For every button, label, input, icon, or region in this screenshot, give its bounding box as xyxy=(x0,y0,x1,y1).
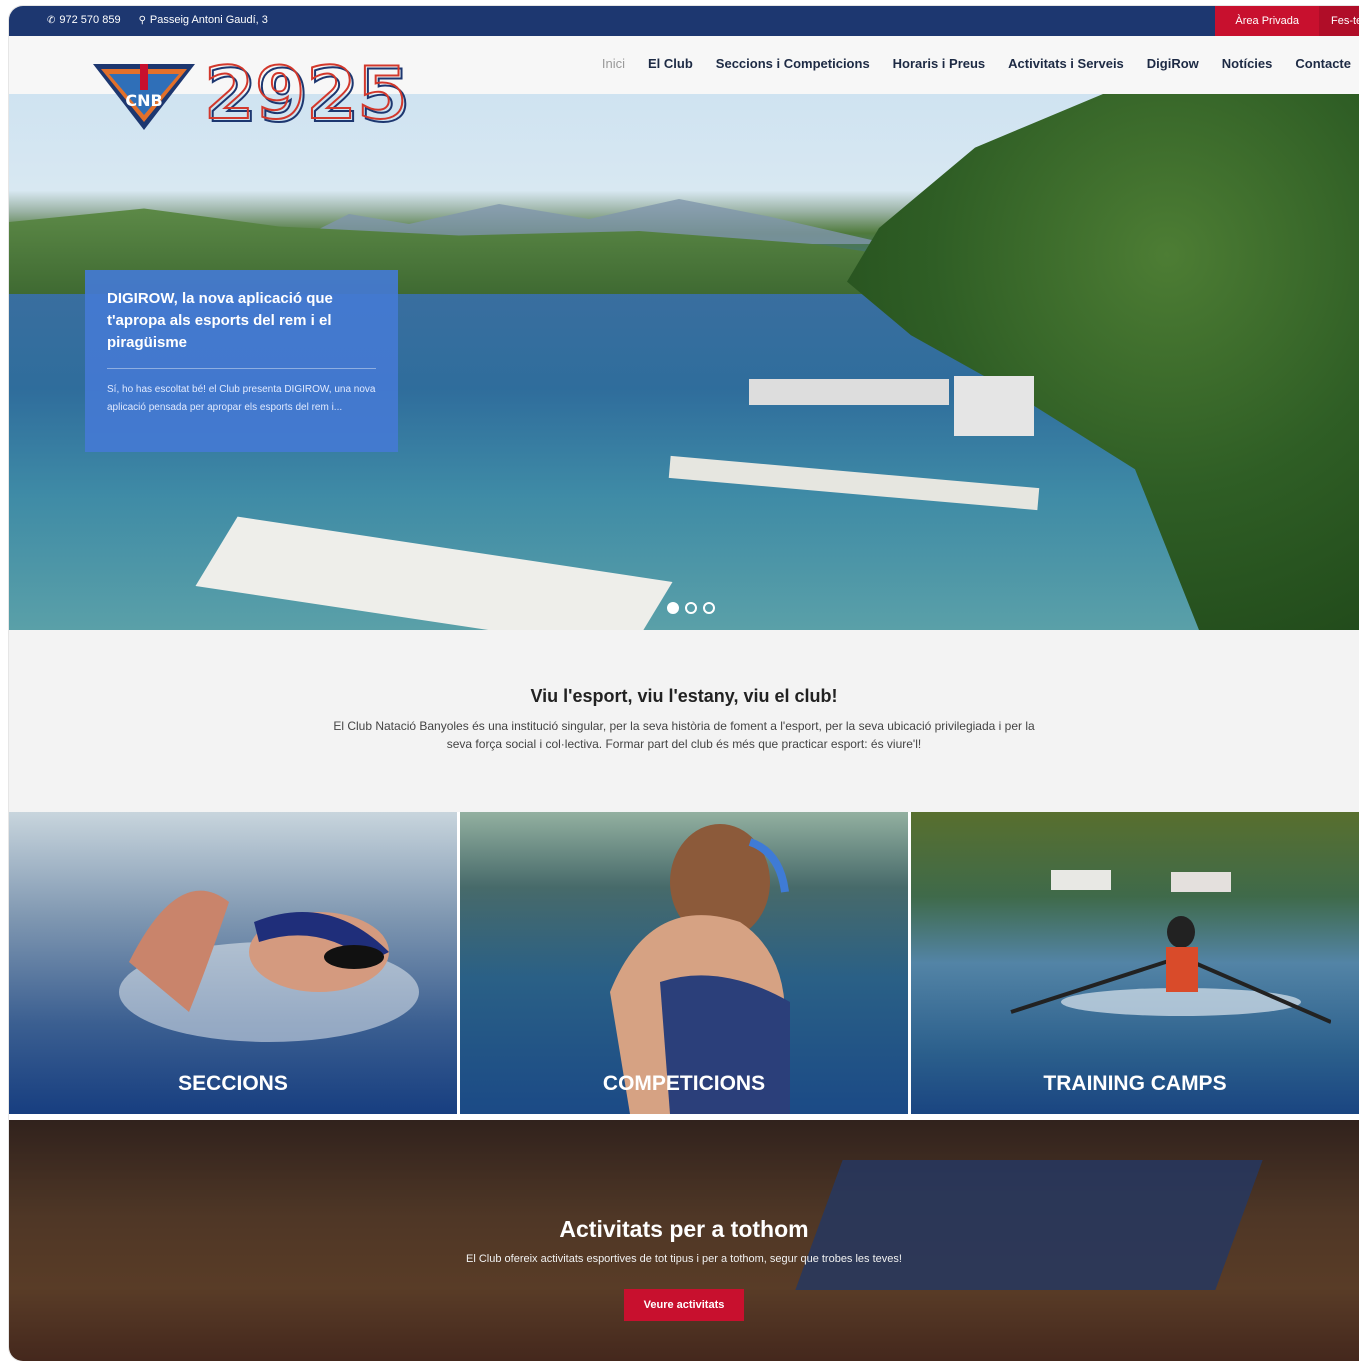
view-activities-button[interactable]: Veure activitats xyxy=(623,1289,745,1321)
slider-dot-2[interactable] xyxy=(685,602,697,614)
main-nav: Inici El Club Seccions i Competicions Ho… xyxy=(602,56,1351,71)
nav-item-noticies[interactable]: Notícies xyxy=(1222,56,1273,71)
hero-news-card[interactable]: DIGIROW, la nova aplicació que t'apropa … xyxy=(85,270,398,452)
tile-label: COMPETICIONS xyxy=(602,1072,766,1095)
hero-title[interactable]: DIGIROW, la nova aplicació que t'apropa … xyxy=(107,288,376,354)
tile-label: SECCIONS xyxy=(178,1072,288,1095)
tile-training-camps[interactable]: TRAINING CAMPS xyxy=(911,812,1359,1114)
activities-heading: Activitats per a tothom xyxy=(559,1216,809,1242)
intro-section: Viu l'esport, viu l'estany, viu el club!… xyxy=(9,630,1359,812)
tile-label: TRAINING CAMPS xyxy=(1043,1072,1227,1095)
top-bar: ✆ 972 570 859 ⚲ Passeig Antoni Gaudí, 3 Àr… xyxy=(9,6,1359,36)
nav-item-horaris[interactable]: Horaris i Preus xyxy=(893,56,986,71)
hero-excerpt: Sí, ho has escoltat bé! el Club presenta… xyxy=(107,384,376,413)
tile-seccions[interactable]: SECCIONS xyxy=(9,812,457,1114)
tile-competicions[interactable]: COMPETICIONS xyxy=(460,812,908,1114)
divider xyxy=(107,368,376,369)
shield-logo-icon: CNB xyxy=(93,64,195,130)
nav-item-seccions[interactable]: Seccions i Competicions xyxy=(716,56,870,71)
nav-item-inici[interactable]: Inici xyxy=(602,56,625,71)
nav-item-el-club[interactable]: El Club xyxy=(648,56,693,71)
phone-link[interactable]: ✆ 972 570 859 xyxy=(47,14,121,26)
category-tiles: SECCIONS COMPETICIONS TRAINING CAMPS xyxy=(9,812,1359,1114)
phone-icon: ✆ xyxy=(47,14,56,26)
address-link[interactable]: ⚲ Passeig Antoni Gaudí, 3 xyxy=(139,14,268,26)
svg-text:CNB: CNB xyxy=(125,91,162,110)
rowers-image xyxy=(1010,870,1331,1024)
private-area-button[interactable]: Àrea Privada xyxy=(1215,6,1319,36)
hero-boathouse xyxy=(954,376,1034,436)
slider-dot-1[interactable] xyxy=(667,602,679,614)
slider-dots xyxy=(667,602,715,614)
club-logo[interactable]: CNB 2925 xyxy=(91,57,411,133)
browser-page: ✆ 972 570 859 ⚲ Passeig Antoni Gaudí, 3 Àr… xyxy=(9,6,1359,1361)
intro-text: El Club Natació Banyoles és una instituc… xyxy=(333,719,1035,751)
map-pin-icon: ⚲ xyxy=(138,14,146,26)
slider-dot-3[interactable] xyxy=(703,602,715,614)
hero-slider[interactable]: DIGIROW, la nova aplicació que t'apropa … xyxy=(9,94,1359,630)
nav-item-digirow[interactable]: DigiRow xyxy=(1147,56,1199,71)
swimmer-image xyxy=(119,890,419,1042)
nav-item-contacte[interactable]: Contacte xyxy=(1295,56,1351,71)
join-button[interactable]: Fes-te S xyxy=(1319,6,1359,36)
activities-section: Activitats per a tothom El Club ofereix … xyxy=(9,1120,1359,1361)
hero-trees xyxy=(847,94,1359,630)
nav-item-activitats[interactable]: Activitats i Serveis xyxy=(1008,56,1124,71)
hero-platform xyxy=(195,516,673,630)
anniversary-number: 2925 xyxy=(204,57,411,133)
intro-heading: Viu l'esport, viu l'estany, viu el club! xyxy=(530,686,838,706)
hero-dock xyxy=(749,379,949,405)
athletes-hug-image xyxy=(610,824,790,1114)
activities-text: El Club ofereix activitats esportives de… xyxy=(466,1253,902,1265)
hero-pier xyxy=(668,455,1040,511)
